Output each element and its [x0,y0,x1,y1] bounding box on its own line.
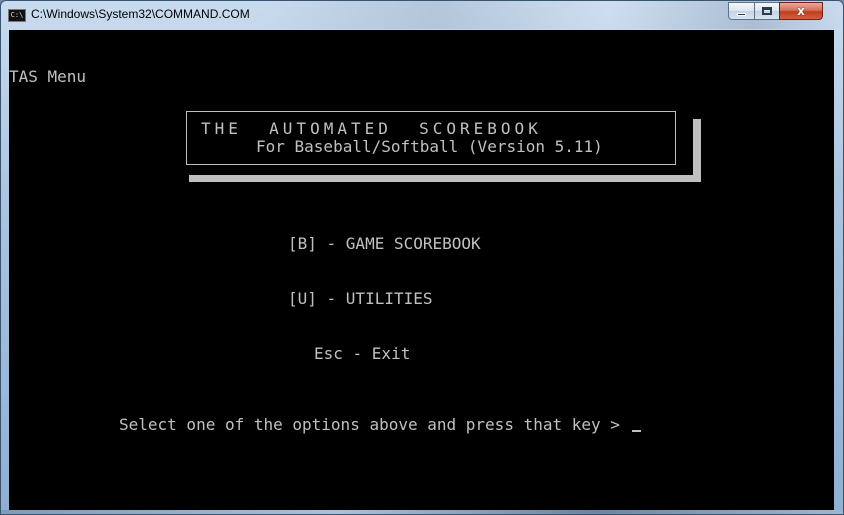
banner-subtitle: For Baseball/Softball (Version 5.11) [256,137,603,156]
maximize-button[interactable] [754,2,780,20]
title-bar[interactable]: C:\ C:\Windows\System32\COMMAND.COM x [1,1,843,29]
window-bottom-border [1,510,843,514]
option-game-scorebook[interactable]: [B] - GAME SCOREBOOK [288,235,481,253]
close-button[interactable]: x [779,2,823,20]
prompt-line: Select one of the options above and pres… [119,416,641,434]
banner-shadow-bottom [189,175,701,182]
maximize-icon [762,7,772,15]
banner-box: THE AUTOMATED SCOREBOOK For Baseball/Sof… [186,111,676,165]
window-title: C:\Windows\System32\COMMAND.COM [31,7,250,21]
console-window: C:\ C:\Windows\System32\COMMAND.COM x TA… [0,0,844,515]
text-cursor [631,430,641,432]
menu-title: TAS Menu [9,67,87,86]
banner-title: THE AUTOMATED SCOREBOOK [201,119,542,138]
console-area[interactable]: TAS Menu THE AUTOMATED SCOREBOOK For Bas… [9,30,834,510]
command-prompt-icon[interactable]: C:\ [8,9,26,22]
prompt-text: Select one of the options above and pres… [119,415,630,434]
option-exit[interactable]: Esc - Exit [314,345,410,363]
minimize-button[interactable] [728,2,755,20]
option-utilities[interactable]: [U] - UTILITIES [288,290,433,308]
close-icon: x [797,4,805,18]
banner-shadow-right [693,119,701,182]
minimize-icon [737,13,746,16]
